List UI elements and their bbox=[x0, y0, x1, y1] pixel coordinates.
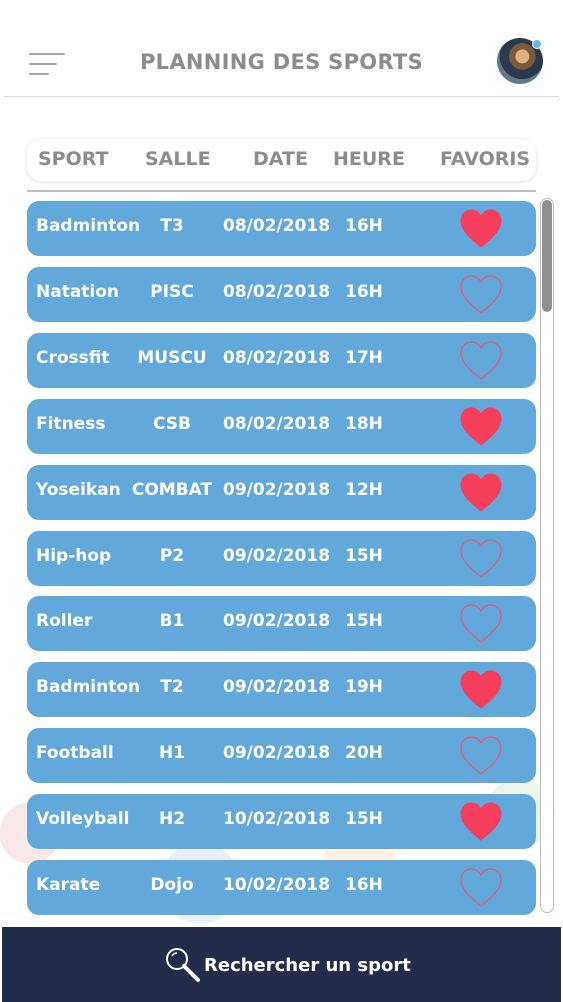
room-name: H2 bbox=[158, 809, 186, 830]
session-date: 09/02/2018 bbox=[223, 545, 331, 566]
favorite-heart-outline-icon[interactable] bbox=[458, 340, 504, 382]
session-hour: 18H bbox=[345, 413, 383, 434]
search-sport-button[interactable]: Rechercher un sport bbox=[2, 927, 561, 1002]
session-hour: 15H bbox=[345, 611, 383, 632]
notification-dot bbox=[532, 39, 542, 49]
favorite-heart-outline-icon[interactable] bbox=[458, 538, 504, 580]
session-date: 09/02/2018 bbox=[223, 743, 331, 764]
session-hour: 15H bbox=[345, 809, 383, 830]
session-date: 10/02/2018 bbox=[223, 875, 331, 895]
session-hour: 12H bbox=[345, 479, 383, 500]
session-hour: 19H bbox=[345, 677, 383, 698]
search-icon bbox=[162, 944, 202, 984]
sport-name: Badminton bbox=[36, 216, 141, 236]
sport-row[interactable]: Hip-hop P2 09/02/2018 15H bbox=[27, 530, 536, 586]
room-name: MUSCU bbox=[137, 347, 207, 368]
session-hour: 20H bbox=[345, 743, 383, 764]
room-name: T2 bbox=[160, 677, 184, 698]
sport-row[interactable]: Natation PISC 08/02/2018 16H bbox=[27, 266, 536, 322]
session-hour: 16H bbox=[345, 281, 383, 302]
user-avatar[interactable] bbox=[497, 38, 543, 84]
scrollbar[interactable] bbox=[540, 198, 554, 913]
sports-list: Badminton T3 08/02/2018 16H Natation PISC 08/0… bbox=[0, 199, 563, 923]
column-header-bar: SPORT SALLE DATE HEURE FAVORIS bbox=[27, 139, 536, 181]
room-name: PISC bbox=[150, 281, 194, 302]
column-header-favoris[interactable]: FAVORIS bbox=[440, 148, 530, 170]
session-date: 08/02/2018 bbox=[223, 281, 331, 302]
room-name: COMBAT bbox=[131, 479, 213, 500]
session-date: 10/02/2018 bbox=[223, 809, 331, 830]
column-header-salle[interactable]: SALLE bbox=[145, 148, 211, 170]
sport-name: Hip-hop bbox=[36, 545, 112, 566]
session-date: 08/02/2018 bbox=[223, 347, 331, 368]
column-header-heure[interactable]: HEURE bbox=[333, 148, 405, 170]
room-name: B1 bbox=[159, 611, 185, 632]
room-name: T3 bbox=[160, 216, 184, 236]
sport-name: Fitness bbox=[36, 413, 106, 434]
session-date: 09/02/2018 bbox=[223, 479, 331, 500]
sport-name: Natation bbox=[36, 281, 120, 302]
sport-row[interactable]: Fitness CSB 08/02/2018 18H bbox=[27, 398, 536, 454]
column-header-divider bbox=[27, 190, 536, 192]
session-date: 09/02/2018 bbox=[223, 611, 331, 632]
sport-row[interactable]: Badminton T3 08/02/2018 16H bbox=[27, 201, 536, 256]
page-title: PLANNING DES SPORTS bbox=[139, 50, 424, 74]
sport-row[interactable]: Karate Dojo 10/02/2018 16H bbox=[27, 860, 536, 915]
sport-name: Volleyball bbox=[36, 809, 130, 830]
header-divider bbox=[4, 96, 559, 97]
sport-name: Karate bbox=[36, 875, 101, 895]
session-hour: 15H bbox=[345, 545, 383, 566]
search-sport-label: Rechercher un sport bbox=[204, 955, 411, 976]
room-name: Dojo bbox=[150, 875, 194, 895]
sport-row[interactable]: Yoseikan COMBAT 09/02/2018 12H bbox=[27, 464, 536, 520]
sport-name: Yoseikan bbox=[36, 479, 121, 500]
column-header-date[interactable]: DATE bbox=[253, 148, 308, 170]
session-hour: 16H bbox=[345, 875, 383, 895]
sport-row[interactable]: Badminton T2 09/02/2018 19H bbox=[27, 662, 536, 718]
favorite-heart-filled-icon[interactable] bbox=[458, 406, 504, 448]
favorite-heart-outline-icon[interactable] bbox=[458, 274, 504, 316]
favorite-heart-filled-icon[interactable] bbox=[458, 801, 504, 843]
sport-name: Crossfit bbox=[36, 347, 110, 368]
sport-name: Badminton bbox=[36, 677, 141, 698]
session-date: 09/02/2018 bbox=[223, 677, 331, 698]
sport-name: Roller bbox=[36, 611, 93, 632]
room-name: H1 bbox=[158, 743, 186, 764]
sport-row[interactable]: Crossfit MUSCU 08/02/2018 17H bbox=[27, 332, 536, 388]
favorite-heart-outline-icon[interactable] bbox=[458, 603, 504, 645]
session-date: 08/02/2018 bbox=[223, 413, 331, 434]
session-hour: 16H bbox=[345, 216, 383, 236]
favorite-heart-filled-icon[interactable] bbox=[458, 208, 504, 250]
favorite-heart-filled-icon[interactable] bbox=[458, 669, 504, 711]
favorite-heart-outline-icon[interactable] bbox=[458, 867, 504, 909]
room-name: P2 bbox=[159, 545, 185, 566]
session-hour: 17H bbox=[345, 347, 383, 368]
sport-row[interactable]: Volleyball H2 10/02/2018 15H bbox=[27, 794, 536, 850]
sport-row[interactable]: Football H1 09/02/2018 20H bbox=[27, 728, 536, 784]
sport-row[interactable]: Roller B1 09/02/2018 15H bbox=[27, 596, 536, 652]
column-header-sport[interactable]: SPORT bbox=[38, 148, 109, 170]
scrollbar-thumb[interactable] bbox=[542, 200, 552, 312]
favorite-heart-outline-icon[interactable] bbox=[458, 735, 504, 777]
sport-name: Football bbox=[36, 743, 114, 764]
session-date: 08/02/2018 bbox=[223, 216, 331, 236]
app-header: PLANNING DES SPORTS bbox=[0, 0, 563, 97]
room-name: CSB bbox=[153, 413, 191, 434]
favorite-heart-filled-icon[interactable] bbox=[458, 472, 504, 514]
